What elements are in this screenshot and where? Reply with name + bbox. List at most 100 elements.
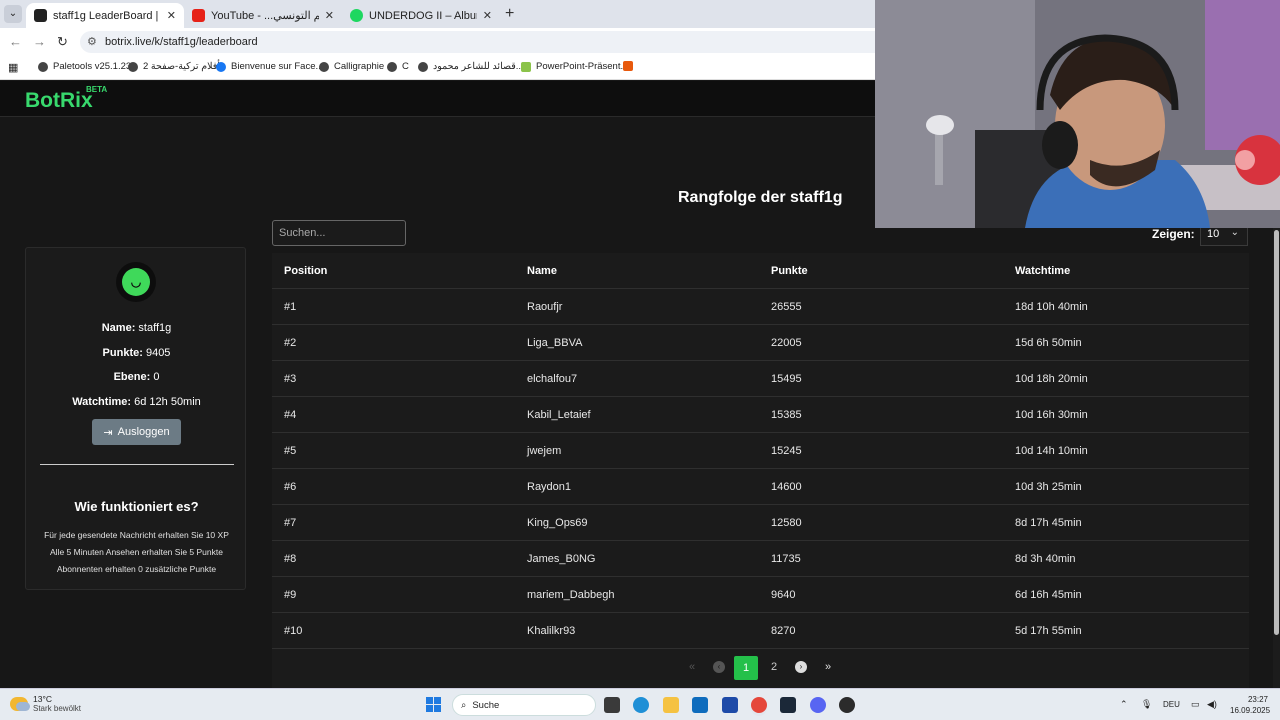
smiley-avatar-icon: ◡: [122, 268, 150, 296]
page-size-value: 10: [1207, 228, 1220, 240]
table-row: #9 mariem_Dabbegh 9640 6d 16h 45min: [272, 577, 1249, 613]
task-view-icon[interactable]: [604, 697, 620, 713]
webcam-video-image: [875, 0, 1280, 228]
taskbar-clock[interactable]: 23:27 16.09.2025: [1230, 694, 1271, 716]
profile-card: ◡ Name: staff1g Punkte: 9405 Ebene: 0 Wa…: [25, 247, 246, 590]
tab-search-button[interactable]: ⌄: [4, 5, 22, 23]
chrome-icon[interactable]: [751, 697, 767, 713]
botrix-logo[interactable]: BotRix: [25, 89, 93, 113]
weather-description: Stark bewölkt: [33, 704, 82, 713]
forward-arrow-icon[interactable]: →: [33, 34, 46, 49]
globe-icon: [418, 61, 428, 72]
bookmark-powerpoint[interactable]: PowerPoint-Präsent...: [521, 61, 628, 72]
next-page-button[interactable]: ›: [790, 656, 812, 678]
page-title: Rangfolge der staff1g: [678, 189, 843, 206]
cell-position: #9: [284, 589, 297, 601]
bookmark-poems[interactable]: قصائد للشاعر محمود...: [418, 61, 524, 72]
search-input[interactable]: [272, 220, 406, 246]
cell-points: 11735: [771, 553, 801, 565]
chevron-left-icon: ‹: [713, 661, 725, 674]
profile-watchtime: Watchtime: 6d 12h 50min: [72, 396, 201, 408]
spotify-favicon-icon: [350, 9, 363, 22]
network-icon[interactable]: ▭: [1191, 699, 1200, 710]
cell-watchtime: 10d 14h 10min: [1015, 445, 1088, 457]
weather-widget[interactable]: 13°C Stark bewölkt: [10, 694, 81, 713]
column-header-watchtime[interactable]: Watchtime: [1015, 265, 1070, 277]
cell-position: #6: [284, 481, 297, 493]
table-row: #8 James_B0NG 11735 8d 3h 40min: [272, 541, 1249, 577]
sheet-icon: [521, 61, 531, 72]
page-1-button[interactable]: 1: [734, 656, 758, 680]
cell-position: #8: [284, 553, 297, 565]
windows-taskbar: 13°C Stark bewölkt ⌕ Suche ⌃ 🎙 DEU ▭ ◀) …: [0, 688, 1280, 720]
site-info-icon[interactable]: ⚙: [87, 35, 97, 48]
divider: [40, 464, 234, 465]
column-header-points[interactable]: Punkte: [771, 265, 808, 277]
logout-button[interactable]: ⇥ Ausloggen: [92, 419, 181, 445]
url-text[interactable]: botrix.live/k/staff1g/leaderboard: [105, 36, 258, 48]
apps-grid-icon[interactable]: ▦: [8, 61, 18, 74]
bookmark-paletools[interactable]: Paletools v25.1.23: [38, 61, 131, 72]
reload-icon[interactable]: ↻: [57, 34, 68, 50]
cell-points: 22005: [771, 337, 802, 349]
discord-icon[interactable]: [810, 697, 826, 713]
back-arrow-icon[interactable]: ←: [9, 34, 22, 49]
cell-points: 15245: [771, 445, 802, 457]
close-tab-icon[interactable]: ✕: [325, 9, 334, 22]
tab-spotify[interactable]: UNDERDOG II – Album von Cyb ✕: [342, 3, 500, 28]
cell-watchtime: 10d 18h 20min: [1015, 373, 1088, 385]
browser-tab-strip: ⌄ staff1g LeaderBoard | The best ✕ YouTu…: [0, 0, 875, 28]
cell-position: #2: [284, 337, 297, 349]
outlook-icon[interactable]: [692, 697, 708, 713]
previous-page-button[interactable]: ‹: [708, 656, 730, 678]
column-header-name[interactable]: Name: [527, 265, 557, 277]
cell-watchtime: 15d 6h 50min: [1015, 337, 1082, 349]
page-2-button[interactable]: 2: [763, 656, 785, 678]
first-page-button[interactable]: «: [681, 656, 703, 678]
rule-watch-points: Alle 5 Minuten Ansehen erhalten Sie 5 Pu…: [50, 547, 223, 557]
last-page-button[interactable]: »: [817, 656, 839, 678]
cell-position: #3: [284, 373, 297, 385]
bookmark-facebook[interactable]: Bienvenue sur Face...: [216, 61, 323, 72]
cell-name: Raydon1: [527, 481, 572, 493]
show-label: Zeigen:: [1152, 227, 1195, 241]
microphone-icon[interactable]: 🎙: [1141, 699, 1152, 710]
bookmark-calligraphie[interactable]: Calligraphie: [319, 61, 384, 72]
bookmark-extra[interactable]: [623, 61, 638, 71]
windows-start-icon[interactable]: [426, 697, 441, 712]
cell-watchtime: 18d 10h 40min: [1015, 301, 1088, 313]
cell-name: Kabil_Letaief: [527, 409, 591, 421]
profile-level: Ebene: 0: [113, 371, 160, 383]
bookmark-turkish-movies[interactable]: أفلام تركية-صفحة 2: [128, 61, 220, 72]
address-bar[interactable]: ⚙ botrix.live/k/staff1g/leaderboard: [80, 31, 875, 53]
botrix-favicon-icon: [34, 9, 47, 22]
webcam-overlay: [875, 0, 1280, 228]
table-row: #6 Raydon1 14600 10d 3h 25min: [272, 469, 1249, 505]
scrollbar-thumb[interactable]: [1274, 230, 1279, 635]
cell-name: mariem_Dabbegh: [527, 589, 615, 601]
close-tab-icon[interactable]: ✕: [483, 9, 492, 22]
tab-staff1g-leaderboard[interactable]: staff1g LeaderBoard | The best ✕: [26, 3, 184, 28]
close-tab-icon[interactable]: ✕: [167, 9, 176, 22]
clock-date: 16.09.2025: [1230, 706, 1271, 715]
globe-icon: [38, 61, 48, 72]
column-header-position[interactable]: Position: [284, 265, 327, 277]
steam-icon[interactable]: [780, 697, 796, 713]
file-explorer-icon[interactable]: [663, 697, 679, 713]
app-icon[interactable]: [839, 697, 855, 713]
chevron-right-icon: ›: [795, 661, 807, 674]
show-hidden-icons-icon[interactable]: ⌃: [1120, 699, 1128, 710]
logout-icon: ⇥: [103, 426, 113, 439]
rule-message-xp: Für jede gesendete Nachricht erhalten Si…: [44, 530, 229, 540]
bookmark-c[interactable]: C: [387, 61, 409, 72]
tab-youtube[interactable]: YouTube - ...عراب الستريم التونسي ✕: [184, 3, 342, 28]
volume-icon[interactable]: ◀): [1207, 699, 1217, 710]
edge-icon[interactable]: [633, 697, 649, 713]
input-language[interactable]: DEU: [1163, 700, 1180, 709]
microsoft-store-icon[interactable]: [722, 697, 738, 713]
new-tab-button[interactable]: +: [505, 5, 514, 23]
cell-name: Liga_BBVA: [527, 337, 583, 349]
cell-watchtime: 8d 3h 40min: [1015, 553, 1076, 565]
search-icon: ⌕: [461, 699, 467, 711]
taskbar-search-box[interactable]: ⌕ Suche: [452, 694, 596, 716]
